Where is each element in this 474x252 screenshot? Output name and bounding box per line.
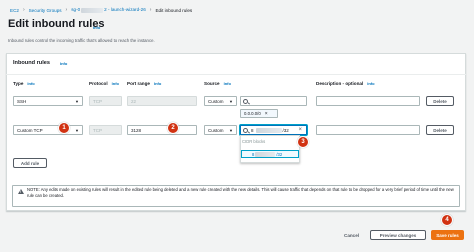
- column-protocol-label: Protocol: [89, 81, 108, 86]
- port-range-input[interactable]: 3128: [127, 125, 197, 135]
- warning-text: NOTE: Any edits made on existing rules w…: [27, 187, 454, 199]
- add-rule-button[interactable]: Add rule: [13, 158, 47, 168]
- chevron-right-icon: ›: [149, 7, 152, 13]
- source-search-value-prefix: 8: [251, 127, 254, 133]
- caret-down-icon: ▼: [75, 128, 79, 133]
- info-link[interactable]: Info: [27, 81, 34, 86]
- redacted-block: [81, 7, 104, 13]
- column-source-label: Source: [204, 81, 220, 86]
- cidr-dropdown-header: CIDR blocks: [242, 139, 266, 144]
- info-link[interactable]: Info: [154, 81, 161, 86]
- port-range-field: 22: [127, 96, 197, 106]
- column-type: Type Info: [13, 81, 35, 86]
- breadcrumb-security-groups[interactable]: Security Groups: [29, 8, 62, 13]
- column-port-range: Port range Info: [127, 81, 161, 86]
- caret-down-icon: ▼: [229, 128, 233, 133]
- source-select-value: Custom: [208, 98, 224, 104]
- protocol-field: TCP: [89, 96, 122, 106]
- page-title: Edit inbound rules: [8, 18, 105, 30]
- type-select-value: Custom TCP: [17, 127, 43, 133]
- source-search-input[interactable]: [240, 96, 307, 106]
- save-rules-button[interactable]: Save rules: [431, 230, 464, 240]
- source-select[interactable]: Custom ▼: [204, 125, 237, 135]
- description-input[interactable]: [316, 96, 420, 106]
- type-select[interactable]: Custom TCP ▼: [13, 125, 83, 135]
- breadcrumb-ec2[interactable]: EC2: [10, 8, 19, 13]
- search-icon: [243, 98, 248, 104]
- chevron-right-icon: ›: [22, 7, 25, 13]
- column-source: Source Info: [204, 81, 231, 86]
- info-link[interactable]: Info: [112, 81, 119, 86]
- cidr-option[interactable]: 8 /32: [241, 150, 299, 158]
- type-select-value: SSH: [17, 98, 27, 104]
- info-link[interactable]: Info: [60, 61, 67, 66]
- delete-button[interactable]: Delete: [426, 125, 454, 135]
- type-select[interactable]: SSH ▼: [13, 96, 83, 106]
- sg-id-prefix: sg-0: [71, 7, 81, 13]
- warning-icon: [18, 189, 24, 194]
- breadcrumb-current: Edit inbound rules: [155, 7, 193, 13]
- cidr-option-prefix: 8: [252, 151, 255, 157]
- source-select[interactable]: Custom ▼: [204, 96, 237, 106]
- cidr-option-suffix: /32: [276, 151, 283, 157]
- cancel-button[interactable]: Cancel: [344, 233, 359, 238]
- close-icon[interactable]: ×: [265, 111, 268, 117]
- step-marker: 1: [58, 122, 70, 134]
- column-type-label: Type: [13, 81, 24, 86]
- redacted-block: [255, 127, 282, 133]
- protocol-field: TCP: [89, 125, 122, 135]
- info-link[interactable]: Info: [224, 81, 231, 86]
- step-marker: 4: [441, 214, 453, 226]
- search-icon: [243, 127, 248, 133]
- breadcrumb: EC2 › Security Groups › sg-0 2 - launch-w…: [10, 6, 192, 14]
- info-link[interactable]: Info: [93, 25, 100, 30]
- source-search-value-suffix: /32: [282, 127, 289, 133]
- column-protocol: Protocol Info: [89, 81, 119, 86]
- close-icon[interactable]: ×: [298, 127, 302, 133]
- sg-id-suffix: 2 - launch-wizard-26: [104, 7, 146, 13]
- panel-header: [6, 53, 466, 75]
- caret-down-icon: ▼: [229, 99, 233, 104]
- step-marker: 3: [297, 136, 309, 148]
- caret-down-icon: ▼: [75, 99, 79, 104]
- delete-button[interactable]: Delete: [426, 96, 454, 106]
- page-subtitle: Inbound rules control the incoming traff…: [8, 38, 155, 43]
- breadcrumb-security-group[interactable]: sg-0 2 - launch-wizard-26: [71, 7, 146, 13]
- cidr-token-label: 0.0.0.0/0: [244, 111, 261, 116]
- panel-title: Inbound rules: [13, 60, 50, 66]
- cidr-token[interactable]: 0.0.0.0/0 ×: [240, 109, 278, 118]
- step-marker: 2: [167, 122, 179, 134]
- source-search-input[interactable]: 8 /32 ×: [240, 125, 307, 135]
- column-description-label: Description - optional: [316, 81, 364, 86]
- source-select-value: Custom: [208, 127, 224, 133]
- column-description: Description - optional Info: [316, 81, 375, 86]
- column-port-range-label: Port range: [127, 81, 150, 86]
- chevron-right-icon: ›: [65, 7, 68, 13]
- preview-changes-button[interactable]: Preview changes: [370, 230, 426, 240]
- redacted-block: [255, 151, 276, 157]
- description-input[interactable]: [316, 125, 420, 135]
- info-link[interactable]: Info: [367, 81, 374, 86]
